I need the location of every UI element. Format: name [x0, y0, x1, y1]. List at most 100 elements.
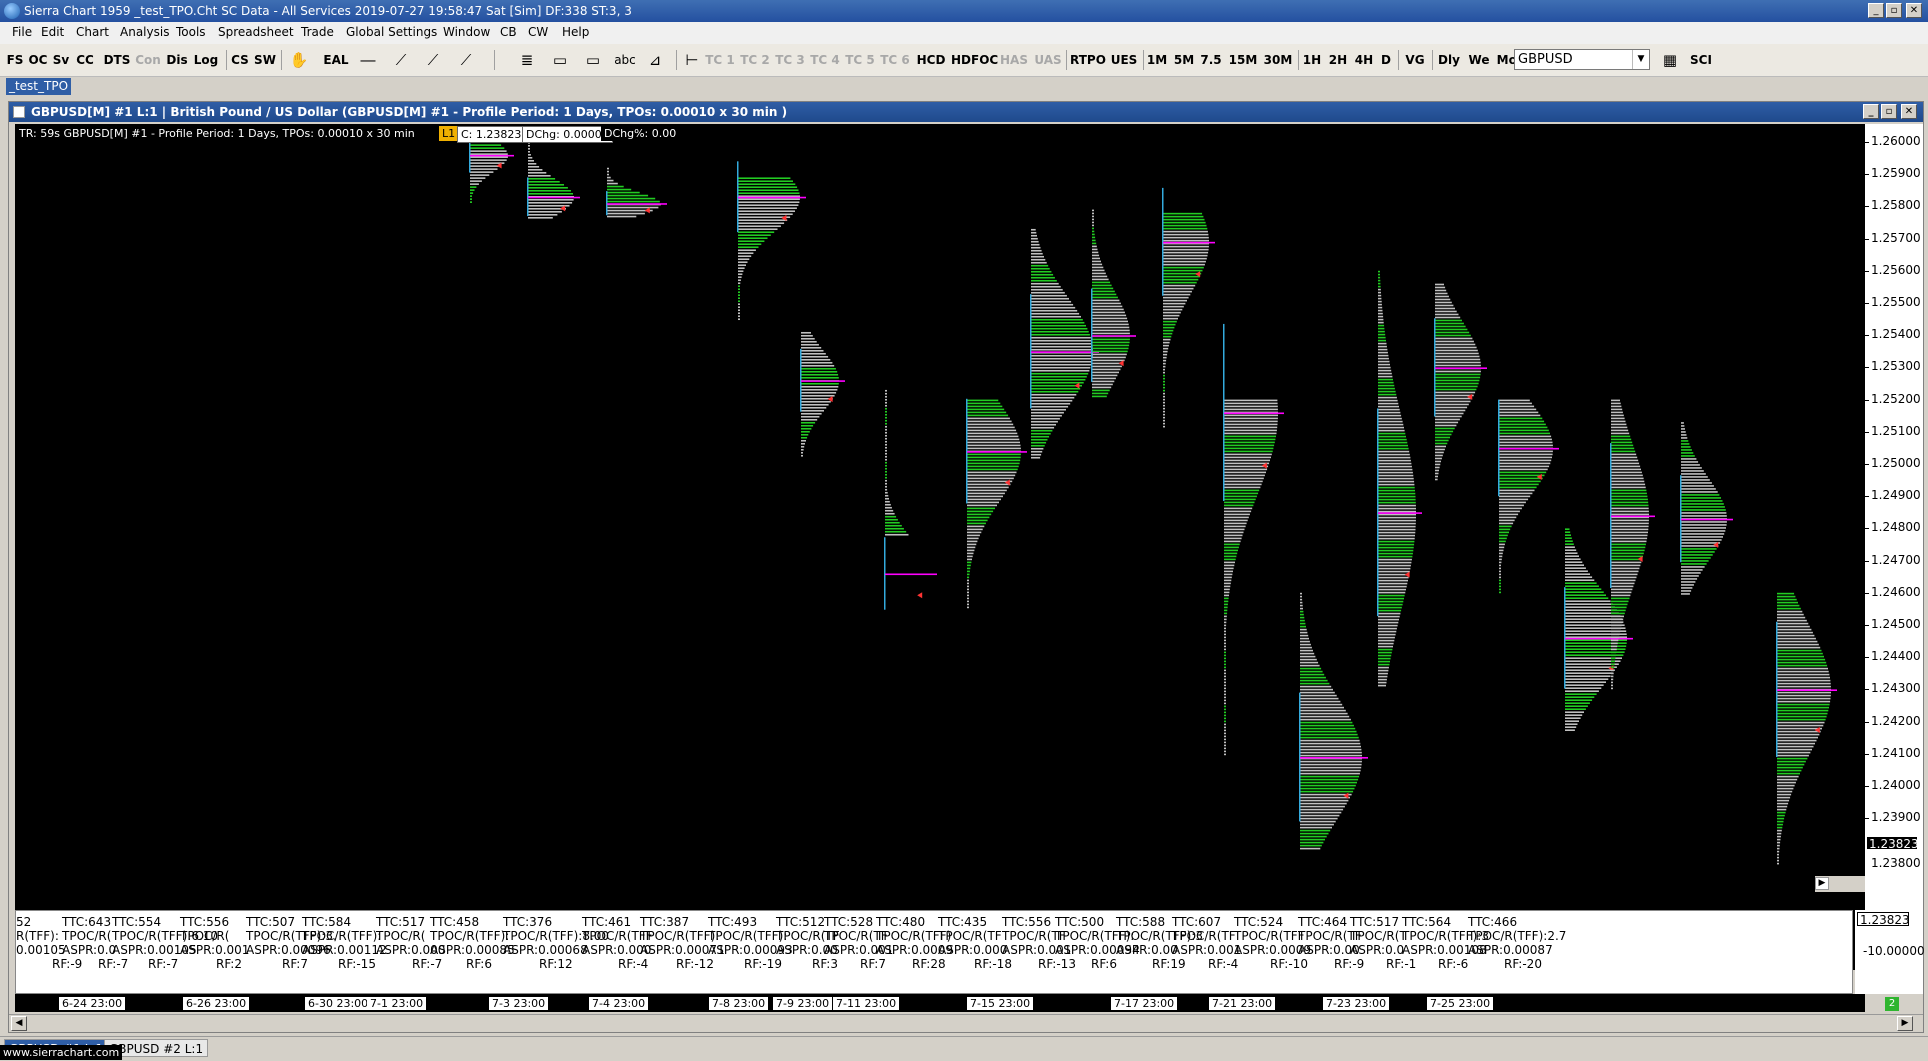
text-box-icon[interactable]: ▭: [580, 48, 606, 72]
daily-button[interactable]: Dly: [1435, 48, 1463, 72]
menu-help[interactable]: Help: [562, 25, 589, 39]
tpo-row: [1224, 711, 1226, 714]
chart-horizontal-scrollbar[interactable]: ◀ ▶ 2: [9, 997, 1923, 1031]
tc2-button[interactable]: TC 2: [740, 48, 770, 72]
tc6-button[interactable]: TC 6: [880, 48, 910, 72]
tpo-row: [967, 480, 1013, 483]
tpo-row: [1681, 563, 1707, 565]
tpo-row: [801, 358, 831, 361]
scroll-left-icon[interactable]: ◀: [11, 1016, 27, 1031]
menu-analysis[interactable]: Analysis: [120, 25, 169, 39]
menu-spreadsheet[interactable]: Spreadsheet: [218, 25, 294, 39]
con-button[interactable]: Con: [134, 48, 162, 72]
menu-window[interactable]: Window: [443, 25, 490, 39]
tc1-button[interactable]: TC 1: [705, 48, 735, 72]
tpo-row: [1378, 669, 1389, 672]
fs-button[interactable]: FS: [6, 48, 24, 72]
tpo-row: [1163, 230, 1208, 233]
cc-button[interactable]: CC: [74, 48, 96, 72]
hdfoc-button[interactable]: HDFOC: [951, 48, 998, 72]
tpo-row: [1092, 374, 1118, 377]
vg-button[interactable]: VG: [1402, 48, 1428, 72]
tpo-row: [1163, 374, 1165, 377]
dis-button[interactable]: Dis: [166, 48, 188, 72]
hcd-button[interactable]: HCD: [916, 48, 946, 72]
trade-dom-icon[interactable]: ▦: [1656, 48, 1684, 72]
tpo-row: [1435, 334, 1471, 337]
tpo-row: [1378, 492, 1416, 495]
sci-button[interactable]: SCI: [1688, 48, 1714, 72]
text-tool-button[interactable]: abc: [614, 48, 636, 72]
menu-file[interactable]: File: [12, 25, 32, 39]
ray-line-icon[interactable]: ⟋: [420, 48, 446, 72]
timeframe-7-5-button[interactable]: 7.5: [1199, 48, 1223, 72]
chartbook-tab[interactable]: _test_TPO: [6, 78, 71, 95]
chevron-down-icon[interactable]: ▼: [1632, 50, 1649, 69]
chart-plot-area[interactable]: TR: 59s GBPUSD[M] #1 - Profile Period: 1…: [15, 124, 1865, 970]
tpo-row: [1499, 495, 1531, 498]
tpo-row: [1611, 471, 1642, 474]
timeframe-4h-button[interactable]: 4H: [1352, 48, 1376, 72]
has-button[interactable]: HAS: [999, 48, 1029, 72]
dts-button[interactable]: DTS: [103, 48, 131, 72]
minimize-icon[interactable]: _: [1868, 3, 1884, 18]
horizontal-line-icon[interactable]: ―: [354, 48, 382, 72]
tpo-row: [1031, 405, 1069, 408]
rtpo-button[interactable]: RTPO: [1070, 48, 1106, 72]
restore-icon[interactable]: ▫: [1886, 3, 1902, 18]
timeframe-1h-button[interactable]: 1H: [1301, 48, 1323, 72]
tpo-row: [1777, 616, 1806, 619]
sv-button[interactable]: Sv: [52, 48, 70, 72]
eal-button[interactable]: EAL: [323, 48, 349, 72]
marker-line-icon[interactable]: ⊢: [682, 48, 702, 72]
cs-button[interactable]: CS: [230, 48, 250, 72]
sw-button[interactable]: SW: [253, 48, 277, 72]
chart-minimize-icon[interactable]: _: [1863, 104, 1879, 119]
weekly-button[interactable]: We: [1466, 48, 1492, 72]
tpo-row: [1378, 297, 1382, 300]
timeframe-15m-button[interactable]: 15M: [1227, 48, 1259, 72]
oc-button[interactable]: OC: [28, 48, 48, 72]
close-icon[interactable]: ✕: [1906, 3, 1922, 18]
ues-button[interactable]: UES: [1109, 48, 1139, 72]
chart-close-icon[interactable]: ✕: [1901, 104, 1917, 119]
tpo-row: [1092, 248, 1098, 251]
menu-tools[interactable]: Tools: [176, 25, 206, 39]
menu-cb[interactable]: CB: [500, 25, 517, 39]
tc3-button[interactable]: TC 3: [775, 48, 805, 72]
chart-hscroll[interactable]: ▶: [1815, 876, 1865, 892]
trend-line-icon[interactable]: ⟋: [388, 48, 414, 72]
timeframe-30m-button[interactable]: 30M: [1262, 48, 1294, 72]
log-button[interactable]: Log: [192, 48, 220, 72]
menu-trade[interactable]: Trade: [301, 25, 334, 39]
chart-restore-icon[interactable]: ▫: [1881, 104, 1897, 119]
hand-cursor-icon[interactable]: ✋: [286, 48, 312, 72]
timeframe-d-button[interactable]: D: [1378, 48, 1394, 72]
tpo-row: [1681, 500, 1723, 502]
tc4-button[interactable]: TC 4: [810, 48, 840, 72]
scroll-right-arrow-icon[interactable]: ▶: [1815, 877, 1829, 890]
rectangle-icon[interactable]: ▭: [548, 48, 572, 72]
tpo-row: [1611, 579, 1636, 582]
multi-line-icon[interactable]: ⟋: [452, 48, 480, 72]
tpo-row: [1092, 221, 1094, 224]
menu-chart[interactable]: Chart: [76, 25, 109, 39]
fib-retracement-icon[interactable]: ≣: [514, 48, 540, 72]
tpo-row: [1163, 392, 1165, 395]
scroll-right-icon[interactable]: ▶: [1897, 1016, 1913, 1031]
tc5-button[interactable]: TC 5: [845, 48, 875, 72]
timeframe-2h-button[interactable]: 2H: [1326, 48, 1350, 72]
price-axis[interactable]: 1.26000 1.25900 1.25800 1.25700 1.25600 1.255…: [1865, 124, 1923, 970]
tpo-row: [1092, 236, 1096, 239]
tpo-row: [1224, 402, 1278, 405]
timeframe-1m-button[interactable]: 1M: [1146, 48, 1168, 72]
menu-cw[interactable]: CW: [528, 25, 548, 39]
symbol-select[interactable]: GBPUSD ▼: [1514, 49, 1650, 70]
uas-button[interactable]: UAS: [1033, 48, 1063, 72]
tpo-row: [1611, 612, 1625, 615]
menu-global-settings[interactable]: Global Settings: [346, 25, 437, 39]
tpo-row: [1681, 437, 1688, 439]
ruler-icon[interactable]: ⊿: [642, 48, 668, 72]
menu-edit[interactable]: Edit: [41, 25, 64, 39]
timeframe-5m-button[interactable]: 5M: [1172, 48, 1196, 72]
